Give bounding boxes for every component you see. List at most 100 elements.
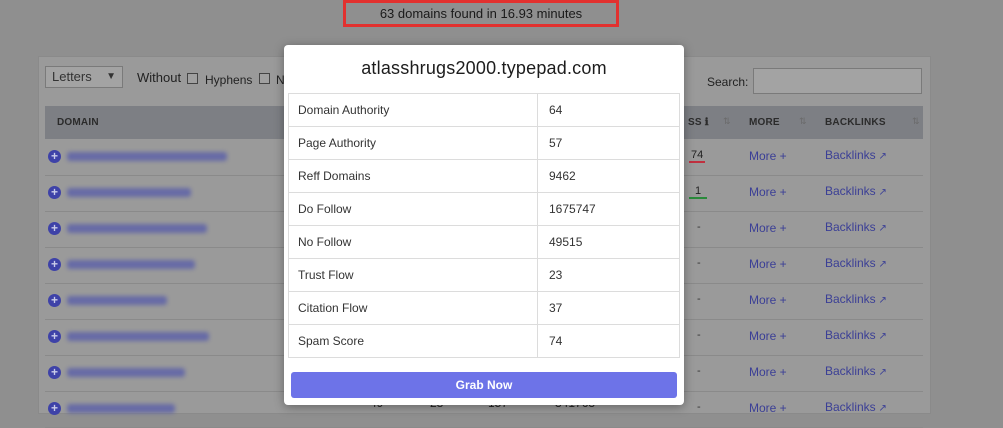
expand-row-icon[interactable]: + <box>48 366 61 379</box>
ss-cell: 1 <box>689 185 708 199</box>
backlinks-label: Backlinks <box>825 400 876 414</box>
ss-cell: - <box>697 257 701 269</box>
more-link[interactable]: More + <box>749 401 787 415</box>
expand-row-icon[interactable]: + <box>48 186 61 199</box>
backlinks-link[interactable]: Backlinks ↗ <box>825 328 887 342</box>
table-row: Do Follow 1675747 <box>288 192 680 226</box>
expand-row-icon[interactable]: + <box>48 150 61 163</box>
expand-row-icon[interactable]: + <box>48 294 61 307</box>
more-link[interactable]: More + <box>749 221 787 235</box>
domain-link[interactable] <box>67 260 195 269</box>
ss-cell: 74 <box>689 149 706 163</box>
metrics-table: Domain Authority 64 Page Authority 57 Reff… <box>288 93 680 358</box>
metric-value: 57 <box>537 126 680 160</box>
more-link[interactable]: More + <box>749 365 787 379</box>
table-row: Reff Domains 9462 <box>288 159 680 193</box>
external-link-icon: ↗ <box>875 403 887 414</box>
backlinks-label: Backlinks <box>825 184 876 198</box>
ss-cell: - <box>697 329 701 341</box>
metric-label: Spam Score <box>288 324 538 358</box>
table-row: Page Authority 57 <box>288 126 680 160</box>
backlinks-label: Backlinks <box>825 292 876 306</box>
backlinks-link[interactable]: Backlinks ↗ <box>825 148 887 162</box>
backlinks-label: Backlinks <box>825 220 876 234</box>
domain-link[interactable] <box>67 404 175 413</box>
without-label: Without <box>137 70 182 85</box>
backlinks-link[interactable]: Backlinks ↗ <box>825 364 887 378</box>
expand-row-icon[interactable]: + <box>48 222 61 235</box>
external-link-icon: ↗ <box>875 223 887 234</box>
backlinks-label: Backlinks <box>825 148 876 162</box>
backlinks-label: Backlinks <box>825 364 876 378</box>
more-link[interactable]: More + <box>749 257 787 271</box>
ss-cell: - <box>697 365 701 377</box>
chevron-down-icon: ▼ <box>106 71 116 82</box>
metric-value: 37 <box>537 291 680 325</box>
metric-value: 64 <box>537 93 680 127</box>
backlinks-link[interactable]: Backlinks ↗ <box>825 256 887 270</box>
metric-value: 74 <box>537 324 680 358</box>
domains-found-banner: 63 domains found in 16.93 minutes <box>343 0 619 27</box>
letters-select[interactable]: Letters ▼ <box>45 66 123 88</box>
more-link[interactable]: More + <box>749 293 787 307</box>
metric-label: Domain Authority <box>288 93 538 127</box>
metric-value: 1675747 <box>537 192 680 226</box>
more-link[interactable]: More + <box>749 149 787 163</box>
domain-link[interactable] <box>67 332 209 341</box>
more-link[interactable]: More + <box>749 185 787 199</box>
ss-cell: - <box>697 221 701 233</box>
domain-metrics-modal: atlasshrugs2000.typepad.com Domain Autho… <box>284 45 684 405</box>
expand-row-icon[interactable]: + <box>48 330 61 343</box>
header-more[interactable]: MORE <box>749 106 780 139</box>
metric-value: 23 <box>537 258 680 292</box>
ss-cell: - <box>697 293 701 305</box>
metric-label: Trust Flow <box>288 258 538 292</box>
sort-icon[interactable]: ⇅ <box>799 116 807 127</box>
backlinks-label: Backlinks <box>825 328 876 342</box>
search-input[interactable] <box>753 68 922 94</box>
grab-now-button[interactable]: Grab Now <box>291 372 677 398</box>
table-row: Domain Authority 64 <box>288 93 680 127</box>
metric-label: No Follow <box>288 225 538 259</box>
sort-icon[interactable]: ⇅ <box>912 116 920 127</box>
metric-label: Do Follow <box>288 192 538 226</box>
metric-label: Page Authority <box>288 126 538 160</box>
backlinks-label: Backlinks <box>825 256 876 270</box>
domain-link[interactable] <box>67 368 185 377</box>
table-row: Citation Flow 37 <box>288 291 680 325</box>
metric-value: 9462 <box>537 159 680 193</box>
metric-value: 49515 <box>537 225 680 259</box>
external-link-icon: ↗ <box>875 367 887 378</box>
modal-title: atlasshrugs2000.typepad.com <box>361 58 607 78</box>
backlinks-link[interactable]: Backlinks ↗ <box>825 184 887 198</box>
second-filter-checkbox[interactable] <box>259 73 270 84</box>
ss-cell: - <box>697 401 701 413</box>
header-ss-label: SS <box>688 117 702 128</box>
external-link-icon: ↗ <box>875 295 887 306</box>
external-link-icon: ↗ <box>875 187 887 198</box>
backlinks-link[interactable]: Backlinks ↗ <box>825 400 887 414</box>
header-ss[interactable]: SS ℹ <box>688 106 709 139</box>
expand-row-icon[interactable]: + <box>48 402 61 415</box>
domain-link[interactable] <box>67 296 167 305</box>
sort-icon[interactable]: ⇅ <box>723 116 731 127</box>
metric-label: Citation Flow <box>288 291 538 325</box>
expand-row-icon[interactable]: + <box>48 258 61 271</box>
table-row: No Follow 49515 <box>288 225 680 259</box>
backlinks-link[interactable]: Backlinks ↗ <box>825 220 887 234</box>
domain-link[interactable] <box>67 152 227 161</box>
external-link-icon: ↗ <box>875 259 887 270</box>
letters-select-value: Letters <box>52 69 92 84</box>
more-link[interactable]: More + <box>749 329 787 343</box>
info-icon: ℹ <box>704 117 709 128</box>
domain-link[interactable] <box>67 188 191 197</box>
hyphens-label: Hyphens <box>205 73 253 87</box>
backlinks-link[interactable]: Backlinks ↗ <box>825 292 887 306</box>
domain-link[interactable] <box>67 224 207 233</box>
search-label: Search: <box>707 75 749 89</box>
hyphens-checkbox[interactable] <box>187 73 198 84</box>
external-link-icon: ↗ <box>875 331 887 342</box>
metric-label: Reff Domains <box>288 159 538 193</box>
header-backlinks[interactable]: BACKLINKS <box>825 106 886 139</box>
header-domain[interactable]: DOMAIN <box>57 106 99 139</box>
